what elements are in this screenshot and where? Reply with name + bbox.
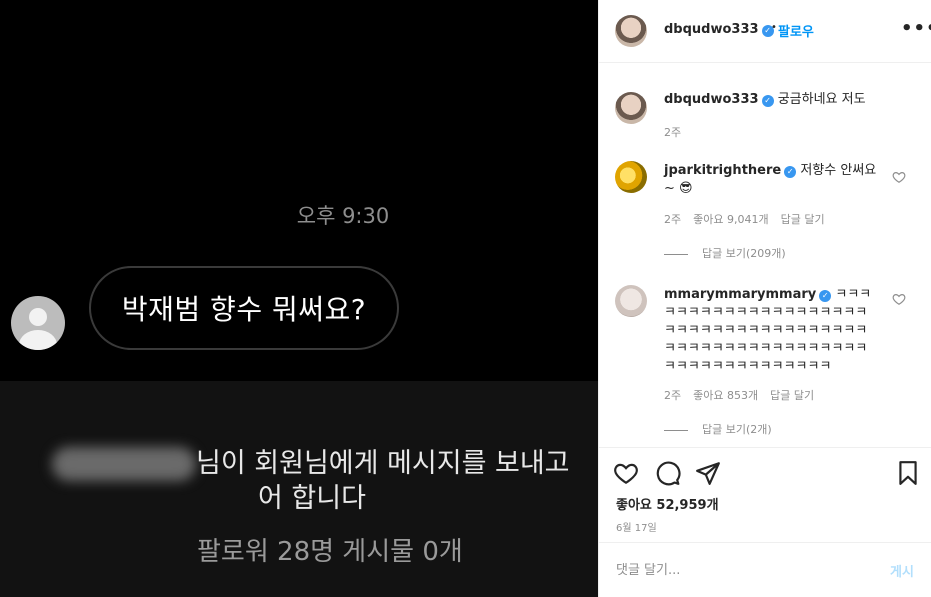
post-comment-button[interactable]: 게시 (890, 561, 914, 580)
like-heart-icon[interactable] (613, 460, 639, 486)
like-comment-heart-icon[interactable] (892, 292, 906, 306)
page: 오후 9:30 박재범 향수 뭐써요? 님이 회원님에게 메시지를 보내고 어 … (0, 0, 931, 597)
caption-username[interactable]: dbqudwo333 (664, 92, 759, 107)
verified-badge-icon: ✓ (784, 166, 797, 178)
verified-badge-icon: ✓ (819, 290, 832, 302)
blurred-username (52, 447, 196, 481)
comment-meta: 2주 좋아요 9,041개 답글 달기 (664, 211, 837, 227)
replies-divider (664, 253, 688, 255)
comment-age: 2주 (664, 389, 682, 402)
comment-composer: 게시 (599, 542, 931, 597)
caption-author-avatar[interactable] (615, 92, 647, 124)
comment-avatar[interactable] (615, 161, 647, 193)
separator-dot: • (771, 22, 777, 33)
share-paper-plane-icon[interactable] (695, 460, 721, 486)
reply-button[interactable]: 답글 달기 (781, 213, 825, 226)
comment-meta: 2주 좋아요 853개 답글 달기 (664, 387, 826, 403)
post-likes-count[interactable]: 좋아요 52,959개 (616, 494, 719, 513)
caption-text: 궁금하네요 저도 (777, 92, 866, 107)
comment-age: 2주 (664, 213, 682, 226)
view-replies-button[interactable]: 답글 보기(209개) (664, 245, 786, 261)
message-bubble: 박재범 향수 뭐써요? (89, 266, 399, 350)
caption-age: 2주 (664, 126, 682, 139)
comment-likes[interactable]: 좋아요 9,041개 (693, 213, 768, 226)
post-actions: 좋아요 52,959개 6월 17일 (599, 447, 931, 542)
follower-count-text: 팔로워 28명 게시물 0개 (197, 537, 463, 567)
comment-input[interactable] (616, 560, 876, 580)
verified-badge-icon: ✓ (761, 95, 774, 107)
author-username[interactable]: dbqudwo333 ✓ (664, 22, 774, 37)
sender-avatar-placeholder (11, 296, 65, 350)
post-date[interactable]: 6월 17일 (616, 519, 657, 534)
request-notice-line2: 어 합니다 (258, 483, 366, 514)
request-notice-line1: 님이 회원님에게 메시지를 보내고 (196, 448, 570, 479)
comment-1: jparkitrighthere ✓ 저향수 안써요 ~ 😎 (664, 162, 882, 198)
reply-button[interactable]: 답글 달기 (770, 389, 814, 402)
author-avatar[interactable] (615, 15, 647, 47)
comment-likes[interactable]: 좋아요 853개 (693, 389, 758, 402)
comment-username[interactable]: jparkitrighthere (664, 163, 781, 178)
message-timestamp: 오후 9:30 (296, 204, 390, 228)
caption: dbqudwo333 ✓ 궁금하네요 저도 (664, 91, 914, 109)
save-bookmark-icon[interactable] (895, 460, 921, 486)
more-options-icon[interactable]: ••• (901, 18, 931, 39)
comment-username[interactable]: mmarymmarymmary (664, 287, 816, 302)
view-replies-button[interactable]: 답글 보기(2개) (664, 421, 772, 437)
post-image[interactable]: 오후 9:30 박재범 향수 뭐써요? 님이 회원님에게 메시지를 보내고 어 … (0, 0, 598, 597)
like-comment-heart-icon[interactable] (892, 170, 906, 184)
replies-divider (664, 429, 688, 431)
comment-2: mmarymmarymmary ✓ ㅋㅋㅋㅋㅋㅋㅋㅋㅋㅋㅋㅋㅋㅋㅋㅋㅋㅋㅋㅋㅋㅋㅋ… (664, 286, 878, 376)
comment-avatar[interactable] (615, 285, 647, 317)
follow-button[interactable]: 팔로우 (778, 21, 814, 40)
post-sidebar: dbqudwo333✓ • 팔로우 ••• dbqudwo333✓ 궁금하네요 … (598, 0, 931, 597)
post-header: dbqudwo333✓ • 팔로우 ••• (599, 0, 931, 63)
comment-bubble-icon[interactable] (655, 460, 681, 486)
